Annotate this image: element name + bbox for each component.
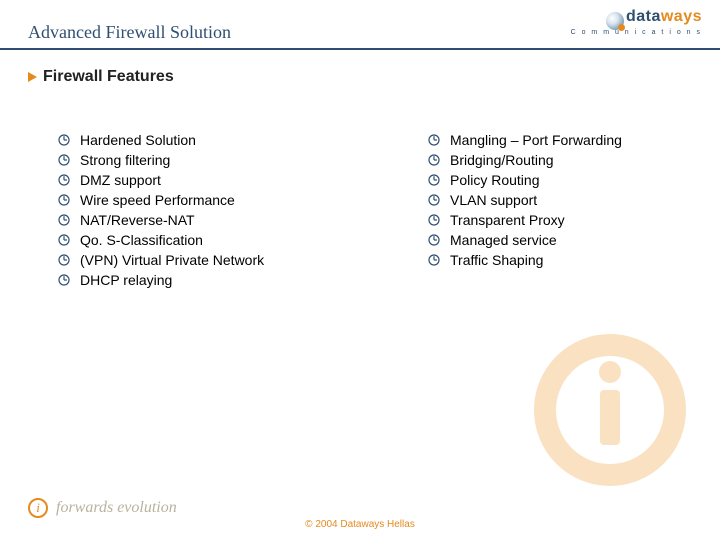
section-title: Firewall Features: [43, 68, 174, 86]
list-item-label: Qo. S-Classification: [80, 230, 203, 250]
clock-bullet-icon: [58, 274, 70, 286]
clock-bullet-icon: [428, 254, 440, 266]
list-item: Bridging/Routing: [428, 150, 688, 170]
list-item-label: Strong filtering: [80, 150, 170, 170]
list-item: NAT/Reverse-NAT: [58, 210, 338, 230]
list-item-label: Hardened Solution: [80, 130, 196, 150]
section-heading: Firewall Features: [28, 68, 174, 86]
list-item: DHCP relaying: [58, 270, 338, 290]
clock-bullet-icon: [428, 214, 440, 226]
clock-bullet-icon: [428, 234, 440, 246]
slide: dataways C o m m u n i c a t i o n s Adv…: [0, 0, 720, 540]
feature-list-right: Mangling – Port ForwardingBridging/Routi…: [428, 130, 688, 270]
arrow-right-icon: [28, 72, 37, 82]
list-item-label: NAT/Reverse-NAT: [80, 210, 195, 230]
list-item-label: VLAN support: [450, 190, 537, 210]
clock-bullet-icon: [58, 174, 70, 186]
list-item: Mangling – Port Forwarding: [428, 130, 688, 150]
list-item: Hardened Solution: [58, 130, 338, 150]
feature-column-left: Hardened SolutionStrong filteringDMZ sup…: [58, 130, 338, 290]
list-item: DMZ support: [58, 170, 338, 190]
feature-list-left: Hardened SolutionStrong filteringDMZ sup…: [58, 130, 338, 290]
list-item-label: Mangling – Port Forwarding: [450, 130, 622, 150]
list-item-label: DHCP relaying: [80, 270, 172, 290]
tagline-text: forwards evolution: [56, 499, 177, 517]
list-item-label: Bridging/Routing: [450, 150, 554, 170]
list-item: Qo. S-Classification: [58, 230, 338, 250]
clock-bullet-icon: [58, 214, 70, 226]
list-item-label: Policy Routing: [450, 170, 540, 190]
clock-bullet-icon: [58, 254, 70, 266]
list-item-label: Transparent Proxy: [450, 210, 565, 230]
list-item: VLAN support: [428, 190, 688, 210]
list-item: Transparent Proxy: [428, 210, 688, 230]
list-item-label: Traffic Shaping: [450, 250, 543, 270]
list-item: (VPN) Virtual Private Network: [58, 250, 338, 270]
slide-title: Advanced Firewall Solution: [28, 22, 702, 43]
clock-bullet-icon: [428, 194, 440, 206]
title-divider: [0, 48, 720, 50]
clock-bullet-icon: [428, 134, 440, 146]
clock-bullet-icon: [428, 174, 440, 186]
list-item-label: (VPN) Virtual Private Network: [80, 250, 264, 270]
copyright: © 2004 Dataways Hellas: [0, 519, 720, 530]
info-i-icon: i: [28, 498, 48, 518]
list-item: Strong filtering: [58, 150, 338, 170]
list-item-label: Wire speed Performance: [80, 190, 235, 210]
watermark-icon: [530, 330, 690, 490]
list-item-label: Managed service: [450, 230, 557, 250]
clock-bullet-icon: [58, 154, 70, 166]
list-item: Traffic Shaping: [428, 250, 688, 270]
clock-bullet-icon: [58, 234, 70, 246]
list-item: Managed service: [428, 230, 688, 250]
list-item: Wire speed Performance: [58, 190, 338, 210]
list-item: Policy Routing: [428, 170, 688, 190]
clock-bullet-icon: [58, 194, 70, 206]
list-item-label: DMZ support: [80, 170, 161, 190]
clock-bullet-icon: [58, 134, 70, 146]
footer-tagline: i forwards evolution: [28, 498, 177, 518]
feature-column-right: Mangling – Port ForwardingBridging/Routi…: [428, 130, 688, 290]
clock-bullet-icon: [428, 154, 440, 166]
feature-columns: Hardened SolutionStrong filteringDMZ sup…: [58, 130, 690, 290]
